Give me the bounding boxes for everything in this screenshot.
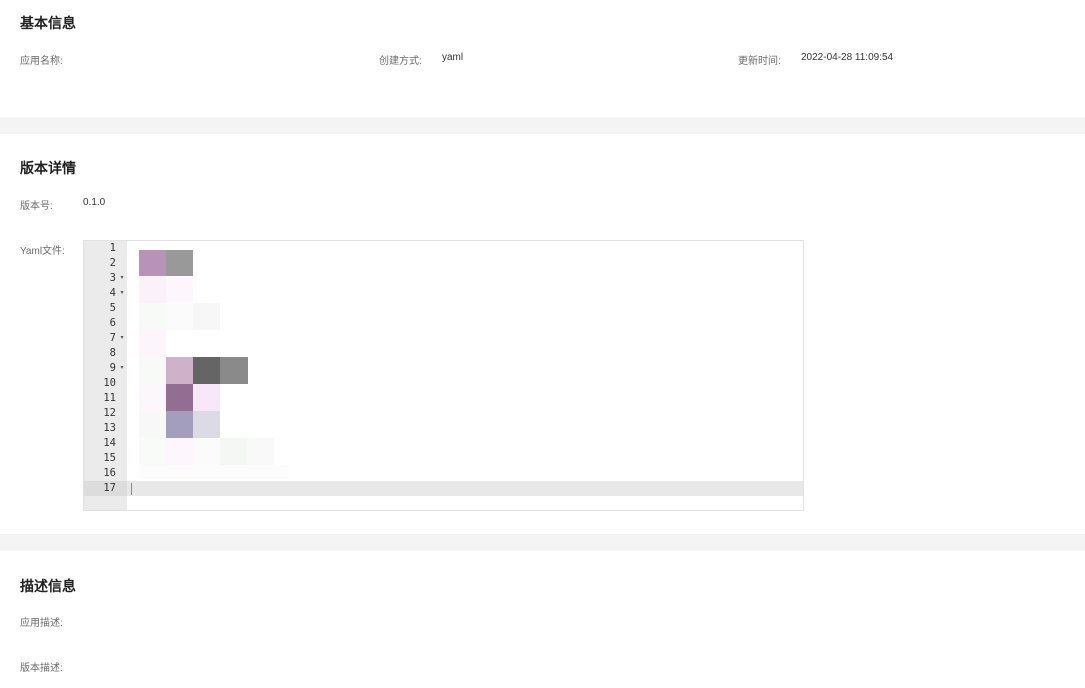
line-number: 14: [103, 437, 116, 449]
fold-toggle-icon[interactable]: ▾: [118, 331, 126, 346]
basic-info-title: 基本信息: [20, 15, 76, 31]
blurred-code-block: [193, 303, 220, 330]
blurred-code-block: [166, 438, 193, 465]
create-method-value: yaml: [442, 52, 464, 63]
line-number: 3: [109, 272, 116, 284]
line-number: 5: [109, 302, 116, 314]
blurred-code-block: [166, 357, 193, 384]
fold-toggle-icon[interactable]: ▾: [118, 271, 126, 286]
line-number: 17: [103, 482, 116, 494]
app-name-label: 应用名称:: [20, 56, 63, 67]
editor-active-line: [84, 481, 803, 496]
line-number: 12: [103, 407, 116, 419]
blurred-code-block: [247, 438, 274, 465]
description-info-section: 描述信息 应用描述: 版本描述:: [0, 551, 1085, 688]
line-number: 16: [103, 467, 116, 479]
line-number: 15: [103, 452, 116, 464]
blurred-code-block: [139, 357, 166, 384]
blurred-code-block: [220, 357, 248, 384]
line-number: 11: [103, 392, 116, 404]
line-number: 2: [109, 257, 116, 269]
line-number: 9: [109, 362, 116, 374]
version-description-label: 版本描述:: [20, 663, 63, 674]
blurred-code-block: [139, 276, 166, 303]
line-number: 4: [109, 287, 116, 299]
yaml-editor[interactable]: 1 2 3 ▾ 4 ▾ 5 6 7 ▾ 8 9 ▾ 10 11 12 13 14 15 16 17: [83, 240, 804, 511]
section-divider: [0, 534, 1085, 551]
fold-toggle-icon[interactable]: ▾: [118, 361, 126, 376]
blurred-code-block: [166, 303, 193, 330]
line-number: 1: [109, 242, 116, 254]
line-number: 7: [109, 332, 116, 344]
blurred-code-block: [139, 384, 166, 411]
blurred-code-block: [166, 411, 193, 438]
create-method-label: 创建方式:: [379, 56, 422, 67]
blurred-code-block: [166, 384, 193, 411]
blurred-code-block: [139, 411, 166, 438]
blurred-code-block: [139, 465, 289, 479]
blurred-code-block: [166, 276, 193, 303]
blurred-code-block: [139, 303, 166, 330]
blurred-code-block: [193, 384, 220, 411]
app-description-label: 应用描述:: [20, 618, 63, 629]
blurred-code-block: [193, 411, 220, 438]
line-number: 13: [103, 422, 116, 434]
line-number: 8: [109, 347, 116, 359]
section-divider: [0, 117, 1085, 134]
editor-cursor: [131, 483, 132, 495]
update-time-label: 更新时间:: [738, 56, 781, 67]
blurred-code-block: [139, 250, 166, 276]
description-info-title: 描述信息: [20, 578, 76, 594]
blurred-code-block: [193, 357, 220, 384]
blurred-code-block: [139, 330, 166, 357]
version-details-title: 版本详情: [20, 160, 76, 176]
blurred-code-block: [166, 250, 193, 276]
line-number: 6: [109, 317, 116, 329]
blurred-code-block: [220, 438, 247, 465]
yaml-file-label: Yaml文件:: [20, 246, 65, 257]
line-number: 10: [103, 377, 116, 389]
fold-toggle-icon[interactable]: ▾: [118, 286, 126, 301]
basic-info-section: 基本信息 应用名称: 创建方式: yaml 更新时间: 2022-04-28 1…: [0, 0, 1085, 117]
update-time-value: 2022-04-28 11:09:54: [801, 52, 894, 63]
version-number-value: 0.1.0: [83, 197, 106, 208]
version-number-label: 版本号:: [20, 201, 53, 212]
blurred-code-block: [193, 438, 220, 465]
app-detail-page: 基本信息 应用名称: 创建方式: yaml 更新时间: 2022-04-28 1…: [0, 0, 1085, 688]
blurred-code-block: [139, 438, 166, 465]
editor-code-blurred[interactable]: [127, 241, 289, 481]
